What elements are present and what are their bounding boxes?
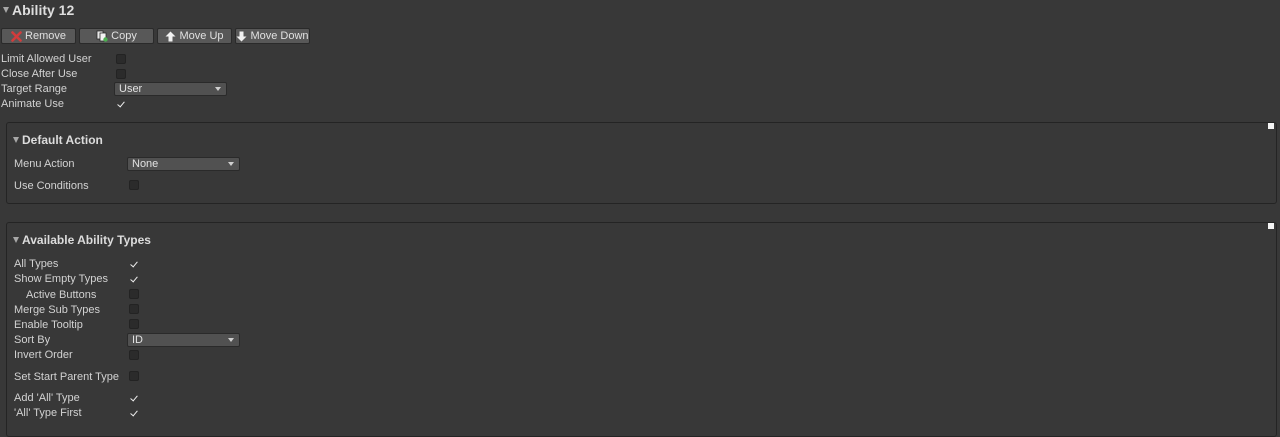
merge-sub-types-checkbox[interactable] (129, 304, 139, 314)
close-after-use-label: Close After Use (1, 67, 78, 80)
chevron-down-icon (228, 162, 234, 166)
set-start-parent-type-checkbox[interactable] (129, 371, 139, 381)
menu-action-row: Menu Action (14, 156, 75, 171)
copy-button[interactable]: Copy (79, 28, 154, 44)
active-buttons-label: Active Buttons (26, 288, 97, 301)
default-action-foldout[interactable]: Default Action (13, 132, 103, 147)
limit-allowed-user-checkbox[interactable] (116, 54, 126, 64)
show-empty-types-row: Show Empty Types (14, 271, 108, 286)
invert-order-row: Invert Order (14, 347, 73, 362)
all-types-label: All Types (14, 257, 59, 270)
close-after-use-row: Close After Use (1, 66, 77, 81)
use-conditions-checkbox[interactable] (129, 180, 139, 190)
merge-sub-types-label: Merge Sub Types (14, 303, 101, 316)
enable-tooltip-row: Enable Tooltip (14, 317, 83, 332)
invert-order-checkbox[interactable] (129, 350, 139, 360)
foldout-triangle-icon[interactable] (13, 136, 19, 143)
ability-foldout[interactable]: Ability 12 (3, 0, 74, 20)
all-types-checkbox[interactable] (129, 259, 139, 269)
remove-button-label: Remove (25, 30, 66, 42)
sort-by-value: ID (132, 334, 143, 346)
all-type-first-checkbox[interactable] (129, 408, 139, 418)
all-type-first-label: 'All' Type First (14, 406, 82, 419)
ability-title: Ability 12 (12, 2, 75, 18)
copy-document-icon (96, 30, 108, 42)
sort-by-row: Sort By (14, 332, 50, 347)
default-action-title: Default Action (22, 132, 103, 147)
target-range-dropdown[interactable]: User (114, 82, 227, 96)
close-after-use-checkbox[interactable] (116, 69, 126, 79)
all-types-row: All Types (14, 256, 58, 271)
set-start-parent-type-row: Set Start Parent Type (14, 369, 119, 384)
sort-by-dropdown[interactable]: ID (127, 333, 240, 347)
available-types-box (6, 222, 1277, 437)
move-up-button-label: Move Up (179, 30, 224, 42)
target-range-value: User (119, 83, 143, 95)
arrow-up-icon (165, 31, 176, 41)
limit-allowed-user-row: Limit Allowed User (1, 51, 91, 66)
animate-use-label: Animate Use (1, 97, 64, 110)
add-all-type-row: Add 'All' Type (14, 390, 80, 405)
resize-handle-icon[interactable] (1268, 123, 1274, 129)
available-types-title: Available Ability Types (22, 232, 151, 247)
move-up-button[interactable]: Move Up (157, 28, 232, 44)
animate-use-row: Animate Use (1, 96, 64, 111)
foldout-triangle-icon[interactable] (3, 7, 9, 13)
active-buttons-checkbox[interactable] (129, 289, 139, 299)
available-types-foldout[interactable]: Available Ability Types (13, 232, 151, 247)
red-x-icon (11, 30, 22, 42)
show-empty-types-label: Show Empty Types (14, 272, 108, 285)
all-type-first-row: 'All' Type First (14, 405, 82, 420)
merge-sub-types-row: Merge Sub Types (14, 302, 100, 317)
sort-by-label: Sort By (14, 333, 51, 346)
target-range-row: Target Range (1, 81, 67, 96)
add-all-type-label: Add 'All' Type (14, 391, 80, 404)
copy-button-label: Copy (111, 30, 137, 42)
menu-action-value: None (132, 158, 159, 170)
menu-action-label: Menu Action (14, 157, 75, 170)
move-down-button-label: Move Down (250, 30, 309, 42)
invert-order-label: Invert Order (14, 348, 73, 361)
target-range-label: Target Range (1, 82, 68, 95)
chevron-down-icon (228, 338, 234, 342)
animate-use-checkbox[interactable] (116, 99, 126, 109)
use-conditions-label: Use Conditions (14, 179, 89, 192)
active-buttons-row: Active Buttons (26, 287, 96, 302)
enable-tooltip-label: Enable Tooltip (14, 318, 83, 331)
add-all-type-checkbox[interactable] (129, 393, 139, 403)
chevron-down-icon (215, 87, 221, 91)
show-empty-types-checkbox[interactable] (129, 274, 139, 284)
arrow-down-icon (236, 31, 247, 41)
set-start-parent-type-label: Set Start Parent Type (14, 370, 119, 383)
foldout-triangle-icon[interactable] (13, 236, 19, 243)
enable-tooltip-checkbox[interactable] (129, 319, 139, 329)
remove-button[interactable]: Remove (1, 28, 76, 44)
resize-handle-icon[interactable] (1268, 223, 1274, 229)
limit-allowed-user-label: Limit Allowed User (1, 52, 92, 65)
use-conditions-row: Use Conditions (14, 178, 89, 193)
move-down-button[interactable]: Move Down (235, 28, 310, 44)
ability-toolbar: Remove Copy Move Up Move Down (1, 28, 310, 44)
menu-action-dropdown[interactable]: None (127, 157, 240, 171)
